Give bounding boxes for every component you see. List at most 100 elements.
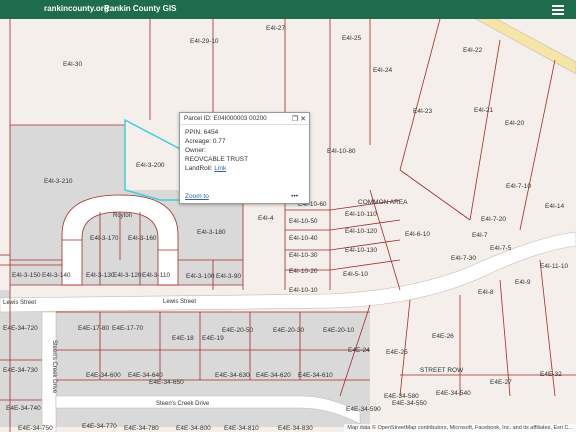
parcel-label: E4I-3-140 [42,272,71,279]
area-label: STREET ROW [420,367,464,374]
parcel-label: E4E-34-540 [436,390,471,397]
parcel-label: E4I-7-5 [490,245,512,252]
parcel-label: E4I-7-20 [481,216,506,223]
parcel-label: E4I-27 [266,25,286,32]
parcel-label: E4E-34-770 [82,423,117,430]
parcel-label: E4I-10-80 [327,148,356,155]
popup-body: PPIN: 6454 Acreage: 0.77 Owner: REOVCABL… [180,125,309,176]
menu-icon[interactable] [552,3,564,15]
popup-window-buttons[interactable]: ❐ ✕ [292,115,306,123]
parcel-label: E4I-3-180 [197,229,226,236]
parcel-label: E4E-18 [172,335,194,342]
parcel-label: E4I-3-160 [128,235,157,242]
parcel-label: E4E-34-580 [384,393,419,400]
parcel-popup: Parcel ID: E04I000003 00200 ❐ ✕ PPIN: 64… [179,112,310,204]
parcel-label: E4E-34-720 [3,325,38,332]
parcel-label: E4I-3-150 [12,272,41,279]
parcel-label: E4E-26 [432,333,454,340]
parcel-label: E4I-10-40 [289,235,318,242]
parcel-label: E4I-3-100 [186,273,215,280]
parcel-label: E4I-3-90 [216,273,241,280]
parcel-label: E4E-34-640 [128,372,163,379]
popup-header: Parcel ID: E04I000003 00200 ❐ ✕ [180,113,309,125]
landroll-label: LandRoll: [185,165,215,172]
parcel-label: E4I-11-10 [540,263,568,270]
parcel-label: E4I-14 [545,203,565,210]
parcel-label: E4E-17-70 [112,325,143,332]
popup-title: Parcel ID: E04I000003 00200 [184,115,267,122]
parcel-label: E4E-27 [490,379,512,386]
parcel-label: E4I-5-10 [343,271,368,278]
parcel-label: E4I-7-30 [451,255,476,262]
map-attribution: Map data © OpenStreetMap contributors, M… [344,424,576,432]
ppin-text: PPIN: 6454 [185,129,219,136]
owner-value: REOVCABLE TRUST [185,156,249,163]
app-title: Rankin County GIS [104,4,177,13]
zoom-to-link[interactable]: Zoom to [185,193,209,200]
parcel-label: E4I-3-170 [90,235,119,242]
parcel-label: E4I-24 [373,67,393,74]
parcel-label: E4E-34-590 [346,406,381,413]
parcel-label: E4I-10-10 [289,287,318,294]
parcel-label: E4E-34-620 [256,372,291,379]
street-label: Lewis Street [163,299,196,305]
parcel-label: E4E-34-810 [224,425,259,432]
parcel-label: E4I-6-10 [405,231,430,238]
parcel-label: E4I-22 [463,47,483,54]
more-options-icon[interactable]: ••• [291,193,298,200]
parcel-label: E4I-10-130 [345,247,378,254]
parcel-label: E4I-10-30 [289,252,318,259]
acreage-text: Acreage: 0.77 [185,138,226,145]
area-label: COMMON AREA [358,199,408,206]
parcel-label: E4E-34-830 [278,425,313,432]
parcel-label: E4I-20 [505,120,525,127]
parcel-label: E4I-9 [515,279,531,286]
parcel-label: E4E-32 [540,371,562,378]
parcel-label: E4I-3-210 [44,178,73,185]
parcel-label: E4E-34-600 [86,372,121,379]
parcel-label: E4E-34-610 [298,372,333,379]
parcel-label: E4I-7-10 [506,183,531,190]
parcel-label: E4E-34-740 [6,405,41,412]
street-label: Steen's Creek Drive [156,401,210,407]
landroll-link[interactable]: Link [214,165,226,172]
owner-label: Owner: [185,147,206,154]
parcel-label: E4E-20-30 [273,327,304,334]
parcel-label: E4I-30 [63,61,83,68]
parcel-label: E4E-19 [202,335,224,342]
parcel-label: E4I-25 [342,35,362,42]
parcel-label: E4E-34-650 [149,379,184,386]
parcel-label: E4I-3-130 [86,272,115,279]
street-label: Lewis Street [3,300,36,306]
parcel-map[interactable]: Lewis Street Lewis Street Steen's Creek … [0,19,576,432]
parcel-label: E4E-25 [386,349,408,356]
parcel-label: E4E-20-50 [222,327,253,334]
parcel-label: E4E-34-750 [18,425,53,432]
parcel-label: E4E-20-10 [323,327,354,334]
parcel-label: E4E-24 [348,347,370,354]
site-link[interactable]: rankincounty.org [44,4,109,13]
parcel-label: E4I-10-50 [289,218,318,225]
selected-parcel-outline [124,118,183,201]
parcel-label: E4I-23 [413,108,433,115]
parcel-label: E4E-17-80 [78,325,109,332]
parcel-label: E4E-34-550 [392,400,427,407]
parcel-label: E4I-10-110 [345,211,377,218]
parcel-label: E4I-7 [472,232,488,239]
parcel-label: E4I-21 [474,107,494,114]
popup-footer: Zoom to ••• [185,193,304,200]
parcel-label: E4I-3-120 [113,272,142,279]
landroll-row: LandRoll: Link [185,164,304,173]
parcel-label: E4I-3-200 [136,162,165,169]
parcel-label: E4I-4 [258,215,274,222]
street-label: Steen's Creek Drive [51,340,57,394]
parcel-label: E4I-10-20 [289,268,318,275]
app-header: rankincounty.org Rankin County GIS [0,0,576,19]
parcel-label: E4E-34-800 [176,425,211,432]
parcel-label: E4I-29-10 [190,38,219,45]
parcel-label: E4I-10-120 [345,228,378,235]
street-label: Royton [113,213,132,219]
parcel-label: E4I-3-110 [142,272,170,279]
parcel-label: E4E-34-630 [215,372,250,379]
parcel-label: E4I-8 [478,289,494,296]
